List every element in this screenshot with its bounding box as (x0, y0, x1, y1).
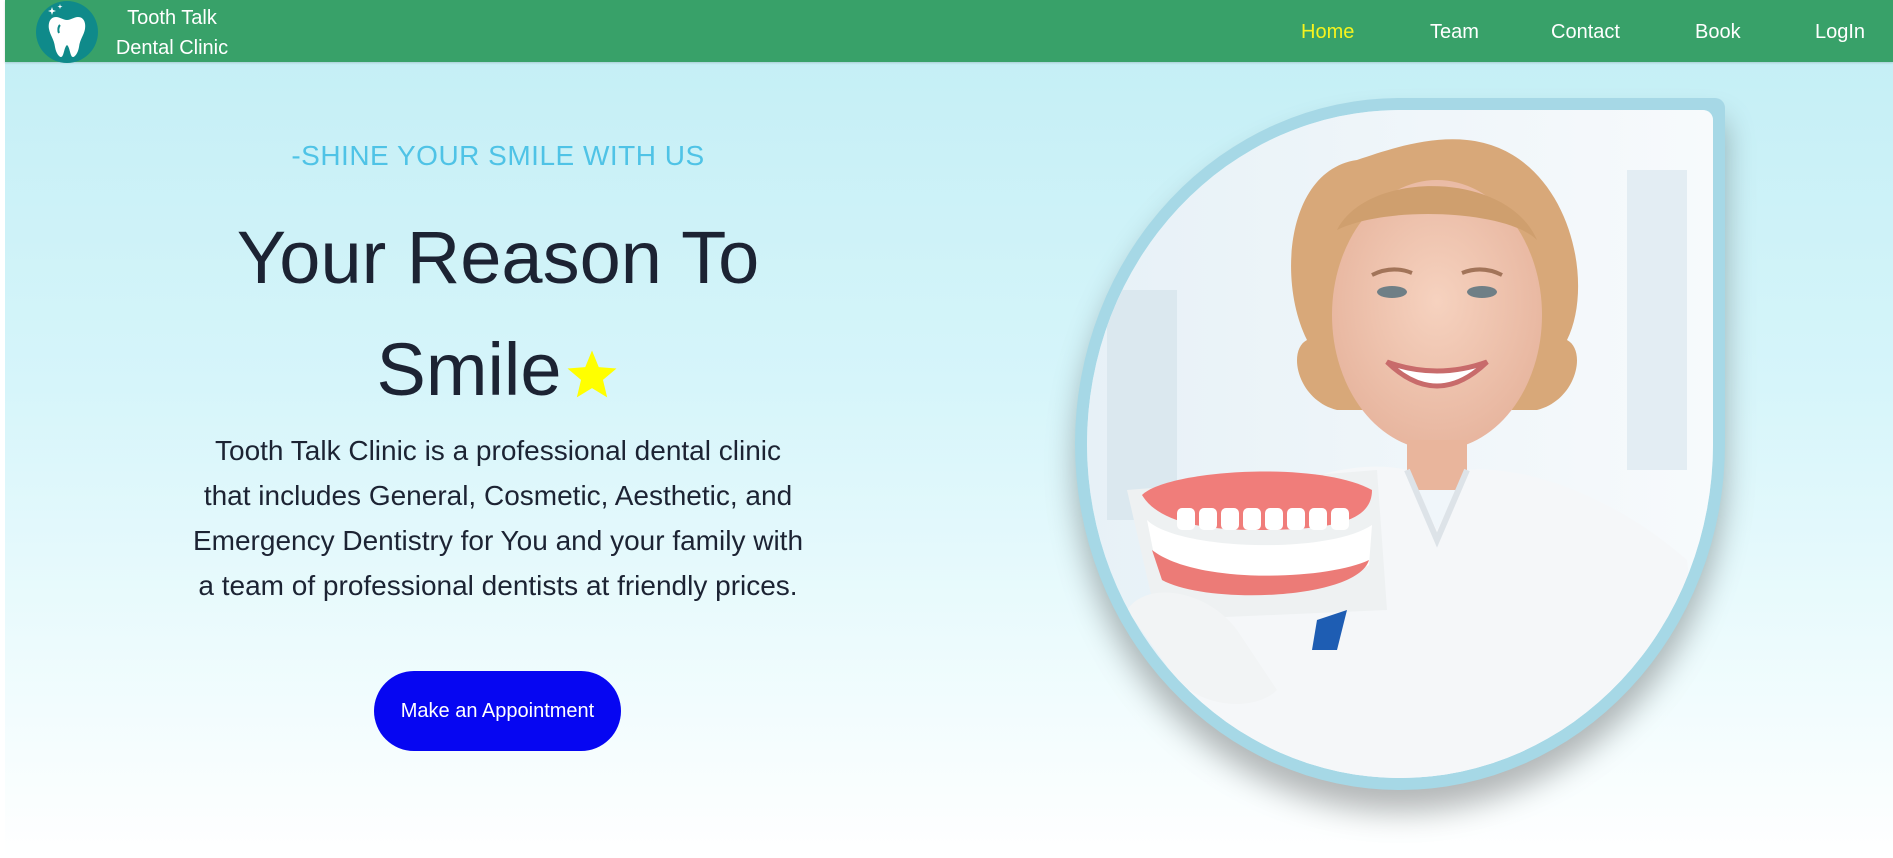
star-icon (564, 322, 620, 434)
hero-tagline: -SHINE YOUR SMILE WITH US (291, 140, 705, 171)
brand-line1: Tooth Talk (127, 7, 217, 29)
nav-login[interactable]: LogIn (1815, 18, 1865, 46)
headline-line1: Your Reason To (236, 216, 760, 299)
dentist-photo (1087, 110, 1713, 778)
logo[interactable] (36, 1, 98, 63)
tooth-icon (48, 4, 86, 57)
headline-line2: Smile (376, 328, 562, 411)
brand-line2: Dental Clinic (115, 37, 229, 59)
brand-name[interactable]: Tooth Talk Dental Clinic (107, 3, 237, 63)
navbar: Tooth Talk Dental Clinic Home Team Conta… (5, 0, 1893, 63)
nav-book[interactable]: Book (1695, 18, 1741, 46)
nav-team[interactable]: Team (1430, 18, 1479, 46)
hero-image-frame (1075, 98, 1725, 790)
hero-headline: Your Reason To Smile (150, 202, 846, 434)
hero-description: Tooth Talk Clinic is a professional dent… (192, 435, 804, 601)
nav-contact[interactable]: Contact (1551, 18, 1620, 46)
nav-home[interactable]: Home (1301, 18, 1354, 46)
make-appointment-button[interactable]: Make an Appointment (374, 671, 621, 751)
